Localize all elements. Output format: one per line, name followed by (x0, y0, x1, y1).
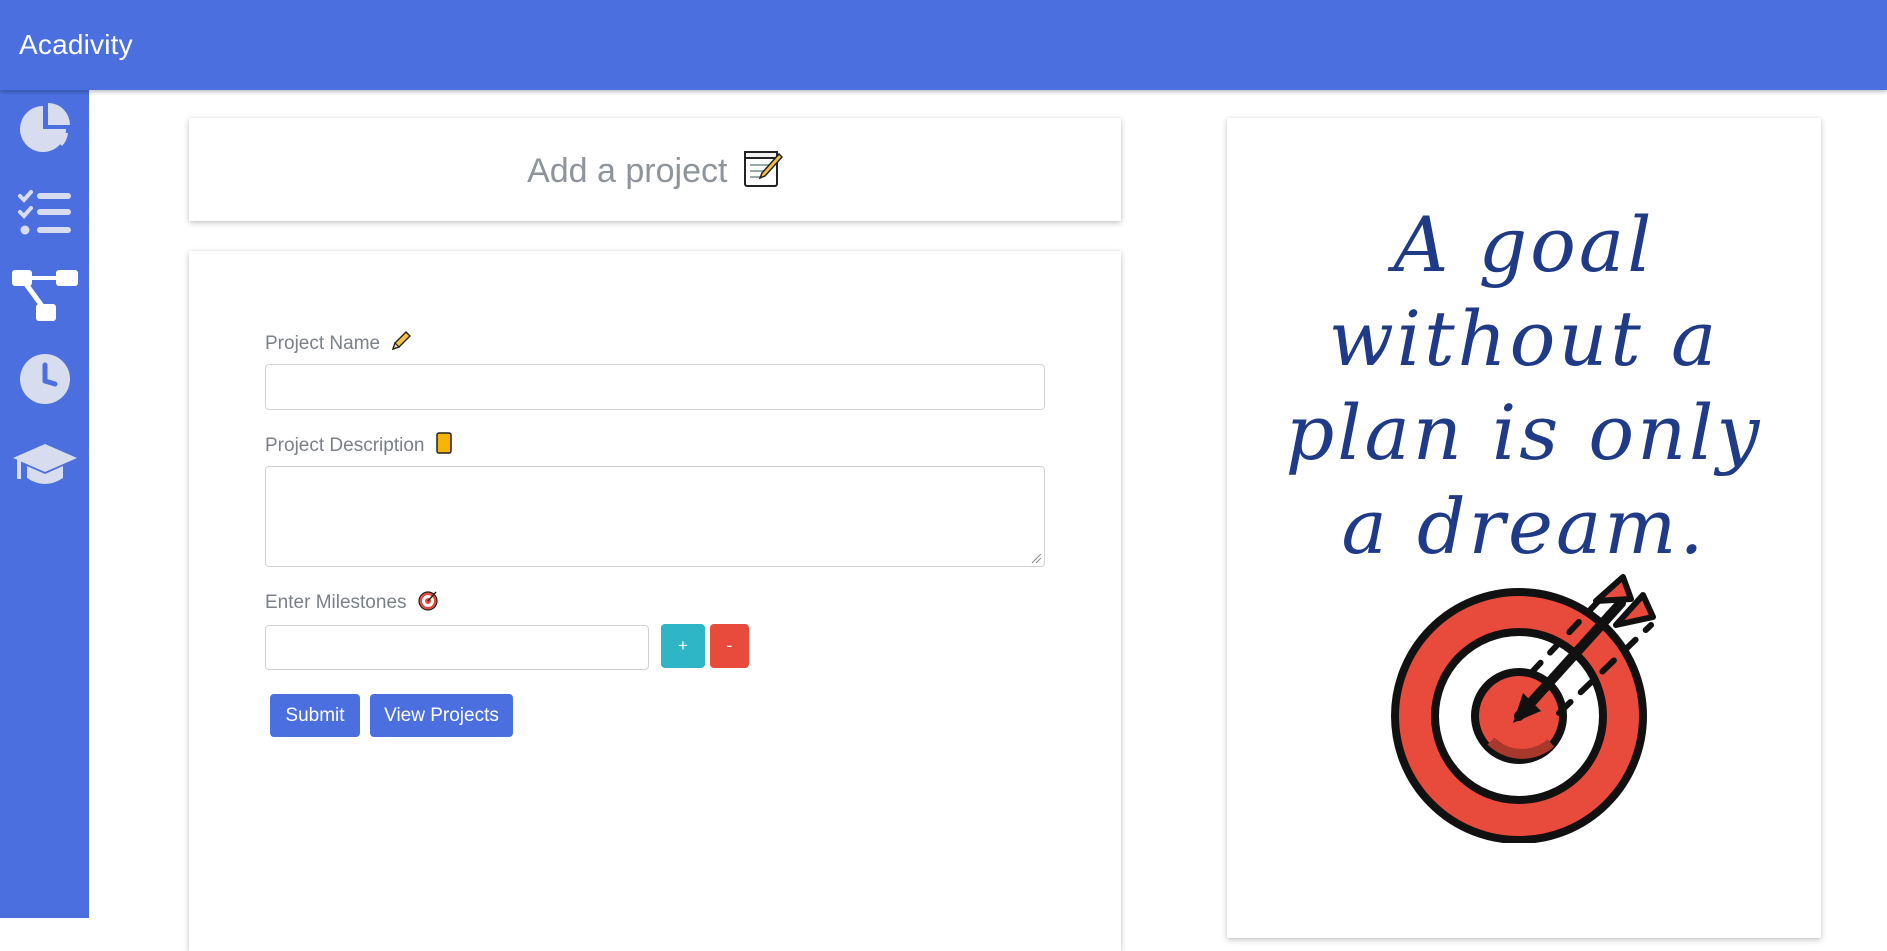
page-title: Add a project (527, 152, 728, 190)
add-milestone-button[interactable]: + (661, 624, 705, 668)
quote-line: a dream. (1341, 482, 1707, 571)
page-header-card: Add a project (189, 118, 1121, 221)
resize-handle-icon[interactable] (1030, 552, 1042, 564)
checklist-icon (17, 190, 71, 235)
memo-icon (743, 148, 783, 198)
project-name-input[interactable] (265, 364, 1045, 410)
sidebar (0, 90, 89, 918)
sidebar-item-courses[interactable] (0, 429, 89, 499)
quote-line: A goal (1393, 200, 1655, 289)
sidebar-item-timer[interactable] (0, 344, 89, 414)
project-description-textarea[interactable] (265, 466, 1045, 567)
app-brand[interactable]: Acadivity (19, 28, 133, 62)
quote-text: A goal without a plan is only a dream. (1227, 198, 1821, 574)
quote-line: plan is only (1285, 388, 1763, 477)
project-form-card: Project Name Project Description Enter M… (189, 251, 1121, 951)
sidebar-item-projects[interactable] (0, 260, 89, 330)
sidebar-item-dashboard[interactable] (0, 94, 89, 164)
remove-milestone-button[interactable]: - (710, 624, 749, 668)
target-arrow-illustration-icon (1391, 574, 1656, 843)
milestone-input[interactable] (265, 625, 649, 670)
motivational-quote-card: A goal without a plan is only a dream. (1227, 118, 1821, 938)
sidebar-item-tasks[interactable] (0, 178, 89, 248)
project-description-label: Project Description (265, 432, 453, 461)
pie-chart-icon (19, 103, 70, 152)
graduation-cap-icon (12, 444, 77, 484)
top-navbar: Acadivity (0, 0, 1887, 90)
target-icon (417, 589, 439, 618)
notebook-icon (435, 432, 453, 461)
view-projects-button[interactable]: View Projects (370, 694, 513, 737)
submit-button[interactable]: Submit (270, 694, 360, 737)
milestones-label: Enter Milestones (265, 589, 439, 618)
quote-line: without a (1328, 294, 1720, 383)
project-name-label: Project Name (265, 330, 412, 359)
clock-icon (19, 354, 70, 404)
sitemap-icon (11, 270, 78, 321)
pencil-icon (390, 330, 412, 359)
